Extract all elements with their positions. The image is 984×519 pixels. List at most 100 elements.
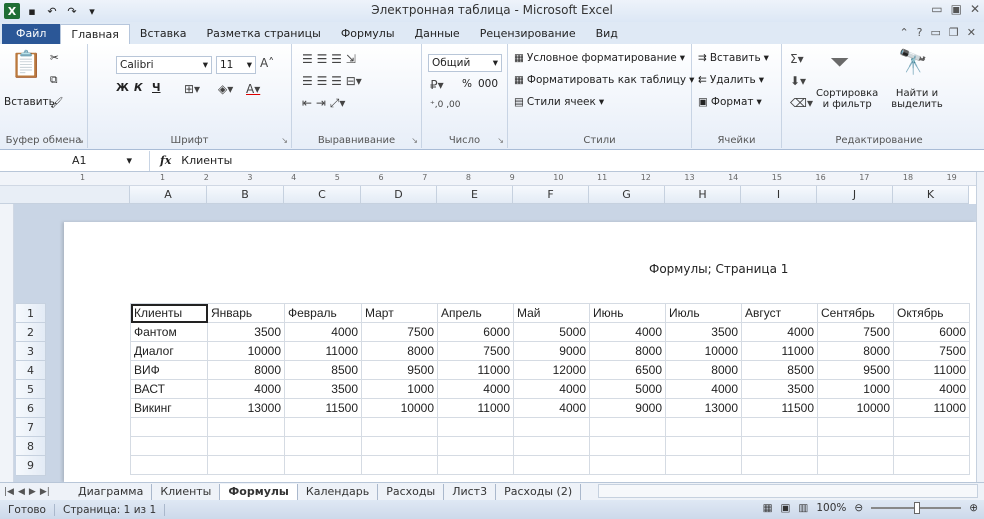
- cell-b8[interactable]: [207, 436, 285, 456]
- cell-j7[interactable]: [817, 417, 894, 437]
- row-header[interactable]: 2: [14, 322, 130, 343]
- find-select-icon[interactable]: 🔭: [898, 48, 928, 76]
- row-header[interactable]: 3: [14, 341, 130, 362]
- customize-qat-icon[interactable]: ▾: [84, 3, 100, 19]
- indent-icon[interactable]: ⇤ ⇥ ⤢▾: [302, 96, 345, 111]
- row-header[interactable]: 6: [14, 398, 130, 419]
- insert-function-icon[interactable]: fx: [160, 154, 171, 167]
- cell-a3[interactable]: Диалог: [130, 341, 208, 361]
- cell-e4[interactable]: 11000: [437, 360, 514, 380]
- formula-input-area[interactable]: fx Клиенты: [150, 154, 232, 167]
- column-header-b[interactable]: B: [207, 186, 284, 204]
- cell-g6[interactable]: 9000: [589, 398, 666, 418]
- cell-f9[interactable]: [513, 455, 590, 475]
- zoom-out-icon[interactable]: ⊖: [854, 502, 863, 514]
- maximize-button[interactable]: ▣: [951, 2, 962, 16]
- cell-k4[interactable]: 11000: [893, 360, 970, 380]
- tab-page-layout[interactable]: Разметка страницы: [197, 24, 331, 44]
- cell-d2[interactable]: 7500: [361, 322, 438, 342]
- grow-font-icon[interactable]: A˄: [260, 56, 274, 70]
- close-button[interactable]: ✕: [970, 2, 980, 16]
- cell-h1[interactable]: Июль: [665, 303, 742, 323]
- cell-c6[interactable]: 11500: [284, 398, 362, 418]
- format-painter-icon[interactable]: 🖌: [50, 96, 63, 109]
- fill-color-icon[interactable]: ◈▾: [218, 82, 233, 96]
- cell-b5[interactable]: 4000: [207, 379, 285, 399]
- cell-i9[interactable]: [741, 455, 818, 475]
- undo-icon[interactable]: ↶: [44, 3, 60, 19]
- column-header-g[interactable]: G: [589, 186, 665, 204]
- cell-c8[interactable]: [284, 436, 362, 456]
- number-format-combo[interactable]: Общий ▾: [428, 54, 502, 72]
- cell-b4[interactable]: 8000: [207, 360, 285, 380]
- sort-filter-button[interactable]: Сортировка и фильтр: [816, 88, 878, 110]
- prev-sheet-icon[interactable]: ◀: [18, 487, 25, 497]
- cell-k8[interactable]: [893, 436, 970, 456]
- row-header[interactable]: 7: [14, 417, 130, 438]
- clear-icon[interactable]: ⌫▾: [790, 96, 813, 110]
- decimal-icon[interactable]: ⁺,0 ,00: [430, 100, 461, 110]
- cell-e2[interactable]: 6000: [437, 322, 514, 342]
- alignment-launcher-icon[interactable]: ↘: [411, 136, 418, 145]
- cell-f3[interactable]: 9000: [513, 341, 590, 361]
- align-top-icon[interactable]: ☰ ☰ ☰ ⇲: [302, 52, 356, 66]
- cell-i8[interactable]: [741, 436, 818, 456]
- collapse-ribbon-icon[interactable]: ⌃: [899, 26, 908, 39]
- column-header-i[interactable]: I: [741, 186, 817, 204]
- cut-icon[interactable]: ✂: [50, 52, 59, 64]
- underline-button[interactable]: Ч: [152, 82, 161, 94]
- save-icon[interactable]: ▪: [24, 3, 40, 19]
- font-launcher-icon[interactable]: ↘: [281, 136, 288, 145]
- font-name-combo[interactable]: Calibri ▾: [116, 56, 212, 74]
- row-header[interactable]: 1: [14, 303, 130, 324]
- restore-workbook-icon[interactable]: ❐: [949, 26, 959, 39]
- cell-h2[interactable]: 3500: [665, 322, 742, 342]
- cell-h4[interactable]: 8000: [665, 360, 742, 380]
- cell-a4[interactable]: ВИФ: [130, 360, 208, 380]
- zoom-in-icon[interactable]: ⊕: [969, 502, 978, 514]
- cell-c1[interactable]: Февраль: [284, 303, 362, 323]
- redo-icon[interactable]: ↷: [64, 3, 80, 19]
- conditional-formatting-button[interactable]: ▦ Условное форматирование ▾: [514, 52, 685, 64]
- cell-k3[interactable]: 7500: [893, 341, 970, 361]
- cell-j9[interactable]: [817, 455, 894, 475]
- cell-b1[interactable]: Январь: [207, 303, 285, 323]
- tab-home[interactable]: Главная: [60, 24, 130, 44]
- cell-h9[interactable]: [665, 455, 742, 475]
- cell-j1[interactable]: Сентябрь: [817, 303, 894, 323]
- cell-h3[interactable]: 10000: [665, 341, 742, 361]
- cell-f8[interactable]: [513, 436, 590, 456]
- page-layout-view-icon[interactable]: ▣: [781, 502, 791, 514]
- tab-formulas[interactable]: Формулы: [331, 24, 405, 44]
- cell-d5[interactable]: 1000: [361, 379, 438, 399]
- cell-b7[interactable]: [207, 417, 285, 437]
- cell-k9[interactable]: [893, 455, 970, 475]
- cell-c3[interactable]: 11000: [284, 341, 362, 361]
- paste-button[interactable]: Вставить: [4, 96, 55, 108]
- horizontal-scrollbar[interactable]: [598, 484, 978, 498]
- autosum-icon[interactable]: Σ▾: [790, 52, 804, 66]
- cell-h6[interactable]: 13000: [665, 398, 742, 418]
- cell-i6[interactable]: 11500: [741, 398, 818, 418]
- cell-a2[interactable]: Фантом: [130, 322, 208, 342]
- cell-g4[interactable]: 6500: [589, 360, 666, 380]
- sheet-tab[interactable]: Формулы: [220, 483, 298, 500]
- format-as-table-button[interactable]: ▦ Форматировать как таблицу ▾: [514, 74, 694, 86]
- normal-view-icon[interactable]: ▦: [763, 502, 773, 514]
- cell-k1[interactable]: Октябрь: [893, 303, 970, 323]
- cell-j8[interactable]: [817, 436, 894, 456]
- find-select-button[interactable]: Найти и выделить: [884, 88, 950, 110]
- tab-file[interactable]: Файл: [2, 24, 61, 44]
- row-header[interactable]: 9: [14, 455, 130, 476]
- cell-j6[interactable]: 10000: [817, 398, 894, 418]
- column-header-f[interactable]: F: [513, 186, 589, 204]
- column-header-e[interactable]: E: [437, 186, 513, 204]
- next-sheet-icon[interactable]: ▶: [29, 487, 36, 497]
- last-sheet-icon[interactable]: ▶|: [40, 487, 50, 497]
- sheet-tab[interactable]: Расходы: [378, 483, 445, 500]
- column-header-j[interactable]: J: [817, 186, 893, 204]
- page-break-view-icon[interactable]: ▥: [798, 502, 808, 514]
- cell-j2[interactable]: 7500: [817, 322, 894, 342]
- cell-j3[interactable]: 8000: [817, 341, 894, 361]
- sheet-tab[interactable]: Клиенты: [152, 483, 221, 500]
